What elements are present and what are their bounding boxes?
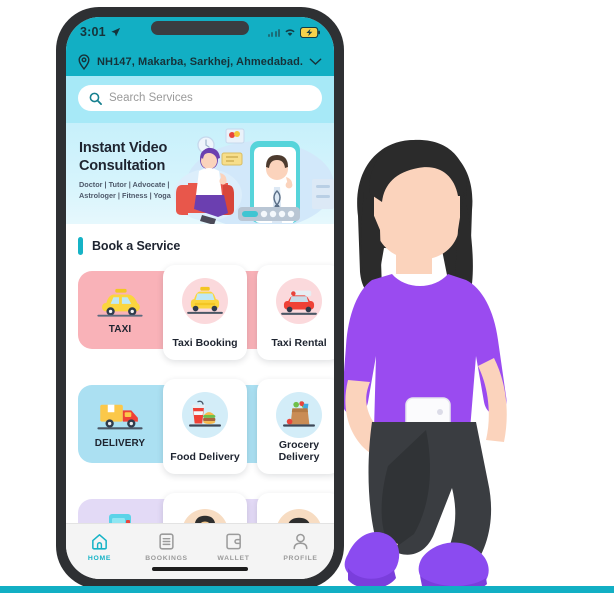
list-icon xyxy=(159,533,174,550)
category-row-taxi: TAXI Taxi Booking Taxi Rental xyxy=(66,265,334,365)
tile-icon-background xyxy=(276,392,322,438)
tile-label: Food Delivery xyxy=(170,451,240,464)
service-tile-taxi-booking[interactable]: Taxi Booking xyxy=(163,265,247,360)
service-tile-taxi-rental[interactable]: Taxi Rental xyxy=(257,265,334,360)
page-title: Book a Service xyxy=(92,239,181,253)
dynamic-island xyxy=(151,21,249,35)
home-icon xyxy=(92,534,107,550)
nav-item-home[interactable]: HOME xyxy=(66,532,133,562)
nav-item-bookings[interactable]: BOOKINGS xyxy=(133,532,200,562)
search-icon xyxy=(89,92,102,105)
search-bar[interactable]: Search Services xyxy=(78,85,322,111)
nav-label: BOOKINGS xyxy=(145,555,188,562)
nav-label: WALLET xyxy=(217,555,250,562)
person-avatar-icon xyxy=(195,515,215,523)
category-label: TAXI xyxy=(108,323,132,335)
service-tile-third-b[interactable] xyxy=(257,493,334,523)
banner-subtitle: Doctor | Tutor | Advocate | Astrologer |… xyxy=(79,180,171,201)
bottom-accent-rule xyxy=(0,586,614,593)
wallet-icon xyxy=(226,533,241,550)
wifi-icon xyxy=(285,29,295,37)
book-a-service-header: Book a Service xyxy=(66,224,334,265)
screenshot-root: 3:01 NH147, Makarba, Sarkhej, Ahmedabad.… xyxy=(0,0,614,601)
category-row-third xyxy=(66,493,334,523)
tile-label: Taxi Booking xyxy=(172,337,238,350)
grocery-bag-icon xyxy=(283,401,315,427)
nav-item-profile[interactable]: PROFILE xyxy=(267,532,334,562)
car-rental-icon xyxy=(281,290,317,315)
location-bar[interactable]: NH147, Makarba, Sarkhej, Ahmedabad... xyxy=(66,47,334,76)
phone-screen: 3:01 NH147, Makarba, Sarkhej, Ahmedabad.… xyxy=(66,17,334,579)
location-pin-icon xyxy=(78,53,90,70)
category-badge-delivery[interactable]: DELIVERY xyxy=(78,385,162,463)
home-content[interactable]: Search Services Instant Video Consultati… xyxy=(66,76,334,523)
burger-drink-icon xyxy=(189,400,221,427)
search-input[interactable]: Search Services xyxy=(109,92,193,104)
signal-bars-icon xyxy=(267,28,280,37)
section-accent-bar xyxy=(78,237,83,255)
taxi-front-icon xyxy=(187,286,223,314)
nav-label: PROFILE xyxy=(283,555,318,562)
vending-machine-icon xyxy=(109,514,131,523)
phone-frame: 3:01 NH147, Makarba, Sarkhej, Ahmedabad.… xyxy=(57,8,343,588)
battery-charging-icon xyxy=(300,26,320,38)
person-icon xyxy=(293,533,308,550)
home-indicator[interactable] xyxy=(152,567,248,571)
category-row-delivery: DELIVERY Food Delivery Grocery Delivery xyxy=(66,379,334,479)
location-address: NH147, Makarba, Sarkhej, Ahmedabad... xyxy=(97,55,303,68)
category-label: DELIVERY xyxy=(94,437,146,449)
category-badge-third[interactable] xyxy=(78,499,162,523)
tile-icon-background xyxy=(276,278,322,324)
category-tiles: Food Delivery Grocery Delivery xyxy=(163,379,334,474)
walking-woman-illustration xyxy=(330,130,540,593)
status-icons xyxy=(267,26,320,38)
tile-icon-background xyxy=(182,509,228,523)
banner-illustration xyxy=(174,128,334,224)
tile-icon-background xyxy=(182,392,228,438)
tile-label: Taxi Rental xyxy=(271,337,327,350)
banner-title: Instant Video Consultation xyxy=(79,140,168,174)
search-section: Search Services xyxy=(66,76,334,123)
promo-banner[interactable]: Instant Video Consultation Doctor | Tuto… xyxy=(66,123,334,224)
status-bar: 3:01 xyxy=(66,17,334,47)
category-badge-taxi[interactable]: TAXI xyxy=(78,271,162,349)
taxi-car-icon xyxy=(97,288,143,317)
status-time-group: 3:01 xyxy=(80,25,121,39)
chevron-down-icon[interactable] xyxy=(309,58,322,66)
navigation-arrow-icon xyxy=(111,27,120,37)
nav-item-wallet[interactable]: WALLET xyxy=(200,532,267,562)
tile-icon-background xyxy=(182,278,228,324)
service-tile-third-a[interactable] xyxy=(163,493,247,523)
tile-label: Grocery Delivery xyxy=(278,438,320,464)
category-tiles xyxy=(163,493,334,523)
nav-label: HOME xyxy=(87,555,112,562)
status-time: 3:01 xyxy=(80,25,106,39)
service-tile-grocery-delivery[interactable]: Grocery Delivery xyxy=(257,379,334,474)
service-tile-food-delivery[interactable]: Food Delivery xyxy=(163,379,247,474)
tile-icon-background xyxy=(276,509,322,523)
category-tiles: Taxi Booking Taxi Rental xyxy=(163,265,334,360)
delivery-truck-icon xyxy=(97,404,143,429)
person-cap-avatar-icon xyxy=(288,517,310,523)
